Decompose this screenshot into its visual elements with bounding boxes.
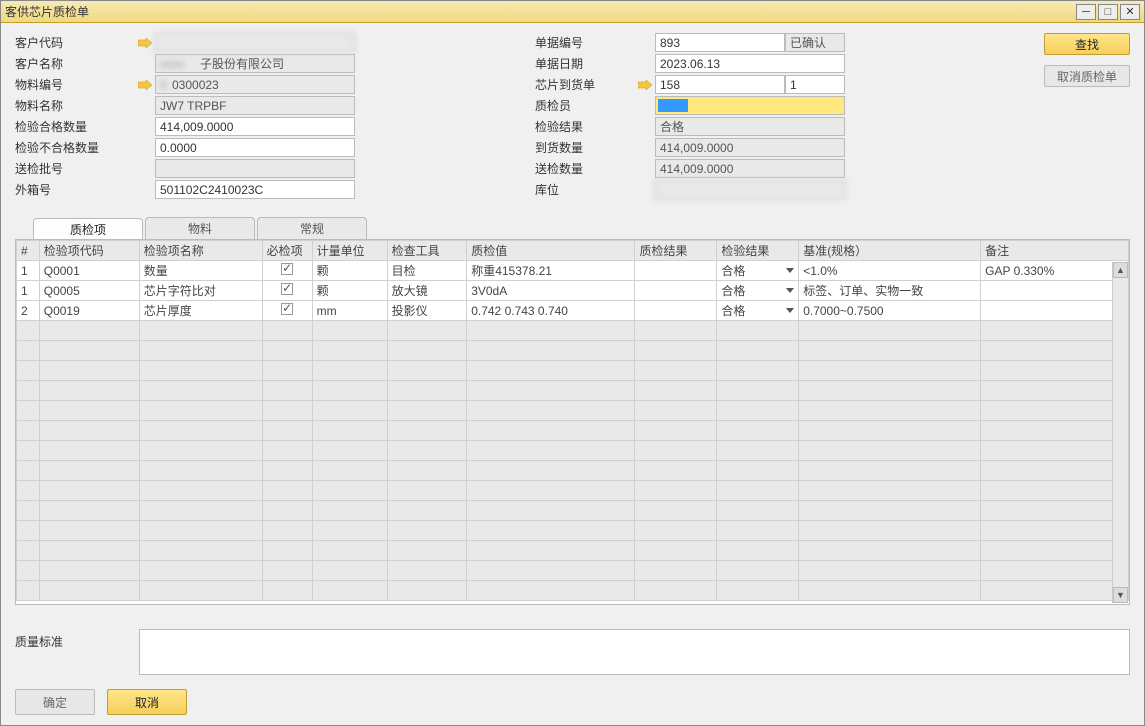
col-qresult[interactable]: 质检结果 bbox=[635, 241, 717, 261]
label-material-code: 物料编号 bbox=[15, 76, 135, 93]
label-quality-std: 质量标准 bbox=[15, 629, 125, 650]
scroll-up-icon[interactable]: ▲ bbox=[1113, 262, 1128, 278]
label-result: 检验结果 bbox=[535, 118, 635, 135]
doc-date-field[interactable]: 2023.06.13 bbox=[655, 54, 845, 73]
customer-code-field[interactable] bbox=[155, 33, 355, 52]
fail-qty-field[interactable]: 0.0000 bbox=[155, 138, 355, 157]
label-doc-date: 单据日期 bbox=[535, 55, 635, 72]
table-row bbox=[17, 421, 1129, 441]
col-name[interactable]: 检验项名称 bbox=[139, 241, 262, 261]
table-row bbox=[17, 361, 1129, 381]
loc-field bbox=[655, 180, 845, 199]
arrow-icon[interactable] bbox=[138, 80, 152, 90]
quality-std-field[interactable] bbox=[139, 629, 1130, 675]
label-batch-no: 送检批号 bbox=[15, 160, 135, 177]
checkbox-icon bbox=[281, 303, 293, 315]
table-row bbox=[17, 461, 1129, 481]
carton-no-field[interactable]: 501102C2410023C bbox=[155, 180, 355, 199]
inspector-field[interactable] bbox=[655, 96, 845, 115]
checkbox-icon bbox=[281, 263, 293, 275]
label-inspector: 质检员 bbox=[535, 97, 635, 114]
chevron-down-icon[interactable] bbox=[786, 308, 794, 313]
table-row bbox=[17, 401, 1129, 421]
table-row bbox=[17, 481, 1129, 501]
minimize-button[interactable]: ─ bbox=[1076, 4, 1096, 20]
search-button[interactable]: 查找 bbox=[1044, 33, 1130, 55]
col-iresult[interactable]: 检验结果 bbox=[717, 241, 799, 261]
arrow-icon[interactable] bbox=[138, 38, 152, 48]
table-row bbox=[17, 501, 1129, 521]
batch-no-field bbox=[155, 159, 355, 178]
doc-status: 已确认 bbox=[785, 33, 845, 52]
qc-grid[interactable]: # 检验项代码 检验项名称 必检项 计量单位 检查工具 质检值 质检结果 检验结… bbox=[15, 239, 1130, 605]
col-required[interactable]: 必检项 bbox=[262, 241, 312, 261]
result-field: 合格 bbox=[655, 117, 845, 136]
label-pass-qty: 检验合格数量 bbox=[15, 118, 135, 135]
tab-qc-items[interactable]: 质检项 bbox=[33, 218, 143, 240]
window-title: 客供芯片质检单 bbox=[5, 3, 1076, 20]
label-material-name: 物料名称 bbox=[15, 97, 135, 114]
label-customer-code: 客户代码 bbox=[15, 34, 135, 51]
material-code-field[interactable]: 00300023 bbox=[155, 75, 355, 94]
chip-recv-extra[interactable]: 1 bbox=[785, 75, 845, 94]
label-fail-qty: 检验不合格数量 bbox=[15, 139, 135, 156]
cancel-doc-button[interactable]: 取消质检单 bbox=[1044, 65, 1130, 87]
chevron-down-icon[interactable] bbox=[786, 268, 794, 273]
table-row bbox=[17, 441, 1129, 461]
maximize-button[interactable]: □ bbox=[1098, 4, 1118, 20]
send-qty-field: 414,009.0000 bbox=[655, 159, 845, 178]
label-chip-recv: 芯片到货单 bbox=[535, 76, 635, 93]
label-send-qty: 送检数量 bbox=[535, 160, 635, 177]
table-row bbox=[17, 541, 1129, 561]
col-unit[interactable]: 计量单位 bbox=[312, 241, 387, 261]
chevron-down-icon[interactable] bbox=[786, 288, 794, 293]
tab-material[interactable]: 物料 bbox=[145, 217, 255, 239]
col-idx[interactable]: # bbox=[17, 241, 40, 261]
grid-scrollbar[interactable]: ▲ ▼ bbox=[1112, 262, 1128, 603]
table-row bbox=[17, 561, 1129, 581]
label-customer-name: 客户名称 bbox=[15, 55, 135, 72]
table-row[interactable]: 1Q0005芯片字符比对颗放大镜3V0dA合格标签、订单、实物一致 bbox=[17, 281, 1129, 301]
table-row bbox=[17, 581, 1129, 601]
arrow-icon[interactable] bbox=[638, 80, 652, 90]
chip-recv-field[interactable]: 158 bbox=[655, 75, 785, 94]
checkbox-icon bbox=[281, 283, 293, 295]
col-code[interactable]: 检验项代码 bbox=[39, 241, 139, 261]
col-value[interactable]: 质检值 bbox=[467, 241, 635, 261]
col-std[interactable]: 基准(规格） bbox=[799, 241, 981, 261]
label-recv-qty: 到货数量 bbox=[535, 139, 635, 156]
material-name-field: JW7 TRPBF bbox=[155, 96, 355, 115]
label-carton-no: 外箱号 bbox=[15, 181, 135, 198]
label-doc-no: 单据编号 bbox=[535, 34, 635, 51]
col-tool[interactable]: 检查工具 bbox=[387, 241, 467, 261]
table-row bbox=[17, 381, 1129, 401]
customer-name-field: xxxx子股份有限公司 bbox=[155, 54, 355, 73]
tab-strip: 质检项 物料 常规 bbox=[33, 217, 1130, 239]
ok-button[interactable]: 确定 bbox=[15, 689, 95, 715]
col-remark[interactable]: 备注 bbox=[981, 241, 1129, 261]
table-row bbox=[17, 321, 1129, 341]
table-row[interactable]: 1Q0001数量颗目检称重415378.21合格<1.0%GAP 0.330% bbox=[17, 261, 1129, 281]
titlebar: 客供芯片质检单 ─ □ ✕ bbox=[1, 1, 1144, 23]
cancel-button[interactable]: 取消 bbox=[107, 689, 187, 715]
pass-qty-field[interactable]: 414,009.0000 bbox=[155, 117, 355, 136]
label-loc: 库位 bbox=[535, 181, 635, 198]
table-row[interactable]: 2Q0019芯片厚度mm投影仪0.742 0.743 0.740合格0.7000… bbox=[17, 301, 1129, 321]
recv-qty-field: 414,009.0000 bbox=[655, 138, 845, 157]
doc-no-field[interactable]: 893 bbox=[655, 33, 785, 52]
scroll-down-icon[interactable]: ▼ bbox=[1113, 587, 1128, 603]
table-row bbox=[17, 521, 1129, 541]
tab-general[interactable]: 常规 bbox=[257, 217, 367, 239]
close-button[interactable]: ✕ bbox=[1120, 4, 1140, 20]
table-row bbox=[17, 341, 1129, 361]
